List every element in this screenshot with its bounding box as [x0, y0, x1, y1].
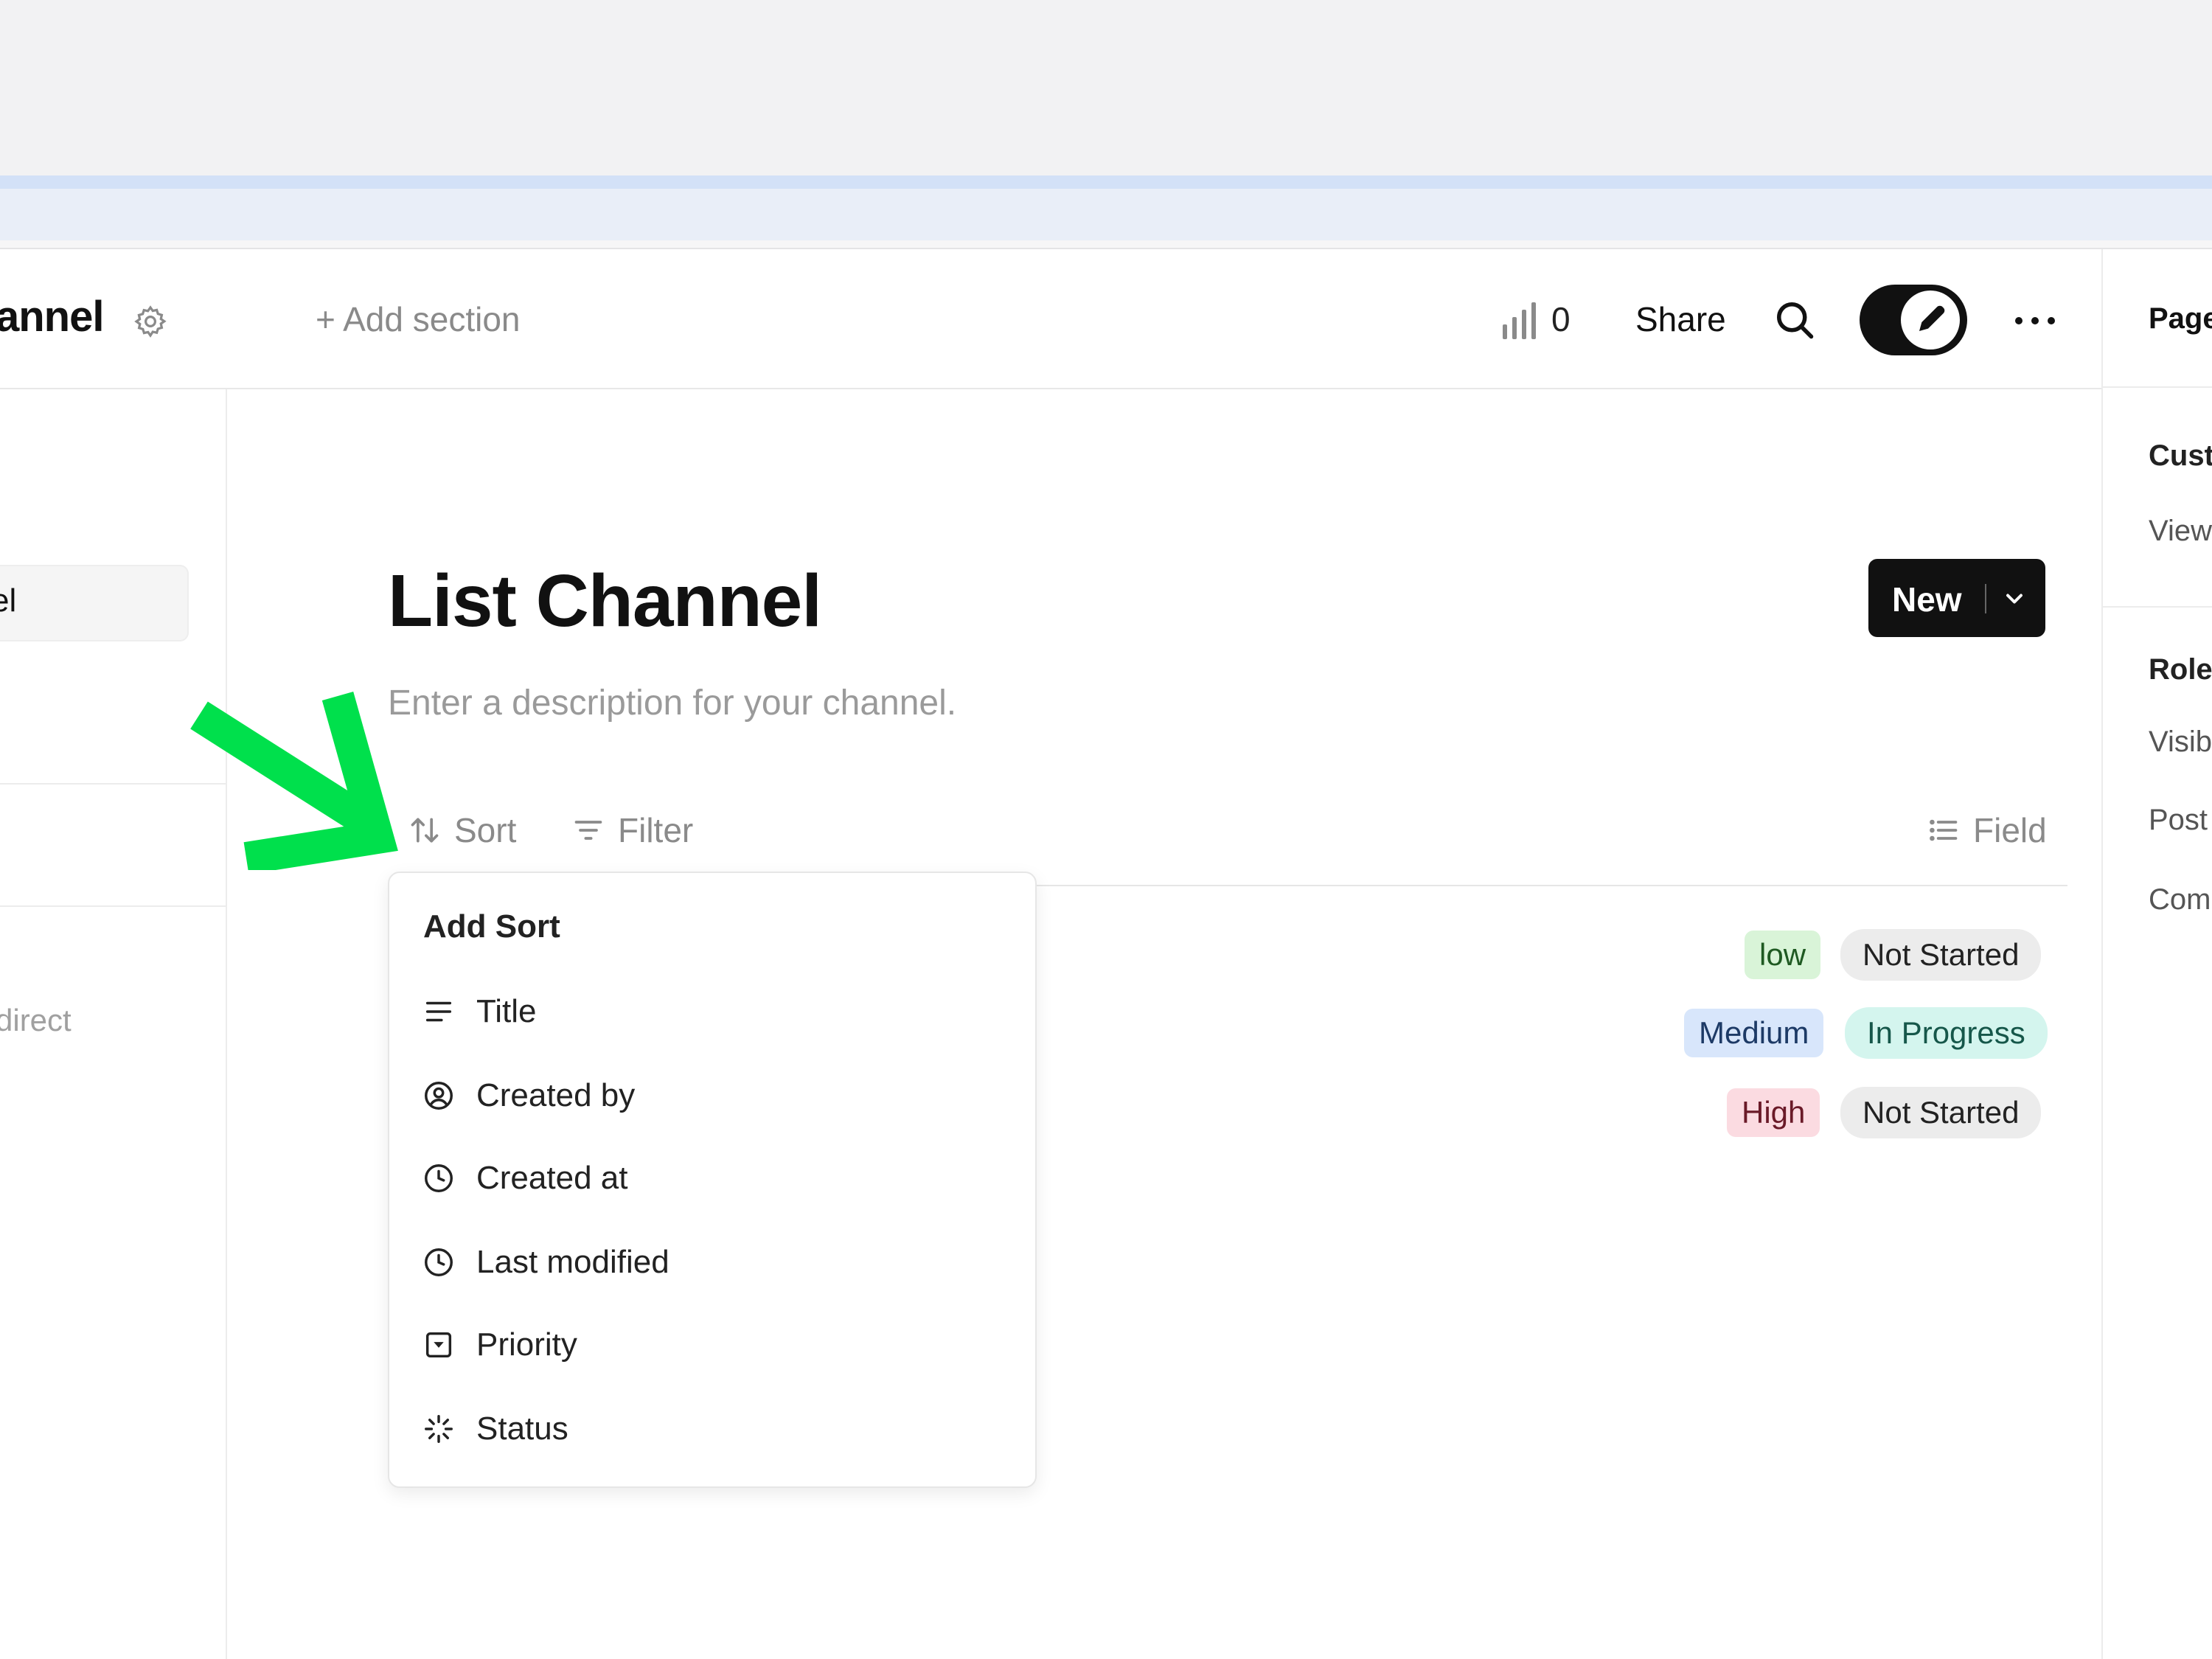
- bar-chart-icon[interactable]: [1500, 302, 1541, 339]
- sort-arrows-icon: [411, 818, 439, 843]
- browser-toolbar-strip: [0, 189, 2212, 240]
- sort-option-label: Priority: [476, 1326, 577, 1363]
- sort-option-title[interactable]: Title: [422, 982, 1012, 1041]
- panel-item-visibility[interactable]: Visib: [2149, 726, 2212, 759]
- annotation-arrow-icon: [190, 692, 398, 870]
- plus-icon: +: [316, 300, 344, 338]
- field-label: Field: [1973, 811, 2047, 849]
- divider: [2101, 606, 2212, 608]
- pencil-icon: [1905, 295, 1955, 345]
- browser-chrome: [0, 0, 2212, 175]
- status-badge: Not Started: [1840, 929, 2042, 981]
- status-badge: In Progress: [1845, 1007, 2048, 1059]
- sort-option-priority[interactable]: Priority: [422, 1315, 1012, 1374]
- more-options-icon[interactable]: [2013, 310, 2057, 332]
- panel-item-view[interactable]: View: [2149, 515, 2212, 548]
- status-badge: Not Started: [1840, 1087, 2042, 1138]
- clock-icon: [425, 1164, 453, 1192]
- filter-button[interactable]: Filter: [572, 810, 693, 851]
- panel-section-role: Role: [2149, 653, 2212, 686]
- edit-mode-toggle[interactable]: [1860, 285, 1967, 355]
- panel-tab-page[interactable]: Page: [2149, 302, 2212, 335]
- toggle-knob: [1901, 291, 1960, 349]
- add-section-label: Add section: [343, 300, 521, 338]
- sort-option-label: Last modified: [476, 1244, 669, 1280]
- new-button[interactable]: New: [1868, 559, 2045, 637]
- panel-item-post[interactable]: Post: [2149, 804, 2208, 837]
- sort-menu-header: Add Sort: [423, 908, 560, 945]
- new-button-label: New: [1892, 580, 1962, 619]
- page-title[interactable]: List Channel: [388, 559, 822, 644]
- sort-option-label: Created at: [476, 1160, 628, 1196]
- button-separator: [1985, 584, 1986, 613]
- sort-option-created-at[interactable]: Created at: [422, 1149, 1012, 1208]
- clock-icon: [425, 1248, 453, 1276]
- select-box-icon: [425, 1332, 452, 1358]
- add-section-button[interactable]: + Add section: [316, 299, 521, 339]
- browser-tab-indicator: [0, 175, 2212, 189]
- priority-badge: low: [1745, 931, 1821, 979]
- sort-option-label: Title: [476, 993, 537, 1029]
- chevron-down-icon[interactable]: [2001, 585, 2028, 612]
- filter-icon: [574, 821, 602, 840]
- search-icon[interactable]: [1773, 298, 1817, 342]
- filter-label: Filter: [618, 811, 694, 849]
- gear-icon[interactable]: [133, 304, 168, 339]
- list-icon: [1930, 819, 1958, 841]
- channel-name: annel: [0, 293, 104, 341]
- sidebar-item-label: el: [0, 582, 17, 619]
- sidebar-item-direct[interactable]: direct: [0, 1003, 72, 1038]
- stats-count: 0: [1551, 300, 1571, 338]
- panel-item-comment[interactable]: Com: [2149, 883, 2211, 917]
- sort-option-label: Status: [476, 1411, 568, 1447]
- share-button[interactable]: Share: [1635, 299, 1726, 339]
- spinner-icon: [425, 1415, 453, 1443]
- toolbar-divider: [1035, 885, 2067, 886]
- sort-option-last-modified[interactable]: Last modified: [422, 1233, 1012, 1292]
- priority-badge: High: [1727, 1088, 1820, 1137]
- sort-label: Sort: [454, 811, 517, 849]
- text-lines-icon: [425, 1001, 452, 1022]
- sidebar-item-active[interactable]: [0, 565, 189, 641]
- sort-button[interactable]: Sort: [408, 810, 516, 851]
- priority-badge: Medium: [1684, 1009, 1824, 1057]
- divider: [0, 905, 226, 907]
- field-button[interactable]: Field: [1927, 810, 2047, 851]
- divider: [2101, 386, 2212, 388]
- description-field[interactable]: Enter a description for your channel.: [388, 683, 956, 723]
- chrome-gap: [0, 240, 2212, 248]
- sort-option-label: Created by: [476, 1077, 636, 1113]
- panel-section-custom: Cust: [2149, 439, 2212, 472]
- user-circle-icon: [425, 1082, 453, 1110]
- sort-option-status[interactable]: Status: [422, 1399, 1012, 1458]
- sort-option-created-by[interactable]: Created by: [422, 1066, 1012, 1125]
